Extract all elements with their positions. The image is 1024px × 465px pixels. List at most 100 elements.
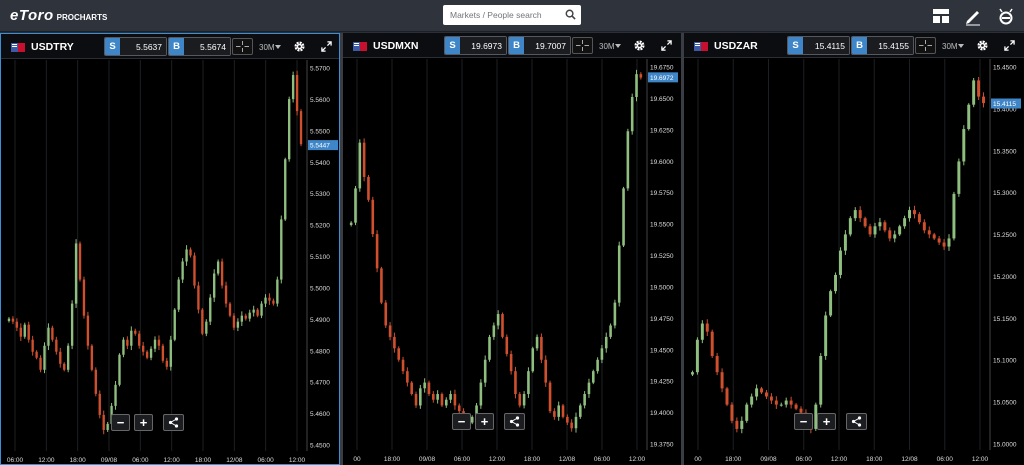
expand-icon[interactable] (661, 40, 672, 51)
pencil-icon[interactable] (963, 6, 983, 26)
etoro-logo[interactable]: eToro PROCHARTS (10, 7, 107, 24)
candle (587, 382, 591, 395)
candle (7, 318, 11, 321)
share-button[interactable] (846, 413, 867, 430)
candle (922, 222, 926, 231)
expand-icon[interactable] (1004, 40, 1015, 51)
candle (745, 404, 749, 421)
y-tick-label: 19.5750 (650, 190, 674, 197)
gear-icon[interactable] (293, 40, 306, 53)
etoro-e-icon[interactable] (996, 6, 1016, 26)
current-price-label: 19.6972 (650, 75, 674, 82)
panel-divider[interactable] (340, 33, 343, 465)
x-tick-label: 06:00 (132, 457, 149, 464)
instrument-symbol[interactable]: USDZAR (714, 40, 758, 52)
current-price-label: 5.5447 (310, 143, 330, 150)
candle (561, 405, 565, 417)
expand-icon[interactable] (321, 41, 332, 52)
x-tick-label: 09/08 (419, 456, 436, 463)
zoom-out-button[interactable]: − (452, 413, 471, 430)
candle (197, 285, 200, 310)
candle (98, 393, 101, 415)
candle (912, 210, 916, 215)
candle (779, 404, 783, 406)
buy-button[interactable]: B 15.4155 (851, 36, 914, 55)
crosshair-button[interactable] (915, 37, 936, 54)
crosshair-button[interactable] (232, 38, 253, 55)
chevron-down-icon[interactable] (615, 44, 621, 48)
sell-price: 5.5637 (120, 38, 166, 55)
gear-icon[interactable] (633, 39, 646, 52)
candle (942, 242, 946, 247)
y-tick-label: 19.5000 (650, 284, 674, 291)
x-tick-label: 18:00 (725, 456, 742, 463)
y-tick-label: 19.6500 (650, 96, 674, 103)
candle (898, 226, 902, 235)
zoom-controls: − + (111, 414, 184, 431)
y-tick-label: 15.1000 (993, 358, 1017, 365)
sell-button[interactable]: S 15.4115 (787, 36, 850, 55)
share-button[interactable] (504, 413, 525, 430)
candle (488, 336, 491, 360)
candle (173, 309, 176, 340)
candle (15, 321, 19, 328)
zoom-in-button[interactable]: + (475, 413, 494, 430)
zoom-out-button[interactable]: − (794, 413, 813, 430)
candle (725, 388, 729, 405)
crosshair-button[interactable] (572, 37, 593, 54)
buy-button[interactable]: B 19.7007 (508, 36, 571, 55)
zoom-out-button[interactable]: − (111, 414, 130, 431)
timeframe-select[interactable]: 30M (599, 42, 615, 51)
search-input[interactable] (443, 5, 561, 25)
candle (893, 234, 897, 239)
chevron-down-icon[interactable] (958, 44, 964, 48)
x-tick-label: 06:00 (796, 456, 813, 463)
crosshair-icon (919, 40, 932, 51)
candle (579, 405, 582, 417)
y-tick-label: 5.5500 (310, 128, 330, 135)
candle (982, 96, 986, 104)
panel-divider[interactable] (681, 33, 684, 465)
timeframe-select[interactable]: 30M (942, 42, 958, 51)
candle (888, 230, 892, 239)
candle (362, 142, 366, 177)
candle (349, 222, 353, 225)
instrument-symbol[interactable]: USDMXN (373, 40, 419, 52)
buy-label: B (169, 38, 184, 55)
gear-icon[interactable] (976, 39, 989, 52)
timeframe-select[interactable]: 30M (259, 43, 275, 52)
instrument-symbol[interactable]: USDTRY (31, 41, 74, 53)
candle (268, 297, 271, 301)
y-tick-label: 19.4750 (650, 316, 674, 323)
candle (23, 324, 26, 337)
candlestick-chart[interactable]: 06:00 12:00 18:00 09/08 06:00 12:00 18:00 12/08… (1, 60, 339, 465)
share-icon (509, 416, 520, 427)
x-tick-label: 12/08 (559, 456, 576, 463)
candle (863, 218, 867, 227)
share-button[interactable] (163, 414, 184, 431)
x-tick-label: 18:00 (70, 457, 87, 464)
x-tick-label: 18:00 (524, 456, 541, 463)
candle (639, 74, 643, 78)
candle (55, 339, 58, 352)
magnifier-icon[interactable] (565, 9, 576, 20)
search-box[interactable] (443, 5, 581, 25)
x-tick-label: 12:00 (164, 457, 181, 464)
candle (130, 330, 133, 346)
layout-grid-icon[interactable] (931, 6, 951, 26)
zoom-in-button[interactable]: + (134, 414, 153, 431)
sell-button[interactable]: S 5.5637 (104, 37, 167, 56)
zoom-in-button[interactable]: + (817, 413, 836, 430)
candlestick-chart[interactable]: 00 18:00 09/08 06:00 12:00 18:00 12/08 06:00 12:… (343, 59, 679, 464)
candle (483, 359, 487, 383)
candle (700, 323, 704, 340)
y-tick-label: 15.0000 (993, 442, 1017, 449)
buy-button[interactable]: B 5.5674 (168, 37, 231, 56)
chevron-down-icon[interactable] (275, 45, 281, 49)
y-tick-label: 19.5250 (650, 253, 674, 260)
candle (604, 336, 608, 349)
sell-button[interactable]: S 19.6973 (444, 36, 507, 55)
y-tick-label: 5.4900 (310, 317, 330, 324)
candle (957, 161, 961, 194)
candlestick-chart[interactable]: 00 18:00 09/08 06:00 12:00 18:00 12/08 06:00 12:… (684, 59, 1022, 464)
